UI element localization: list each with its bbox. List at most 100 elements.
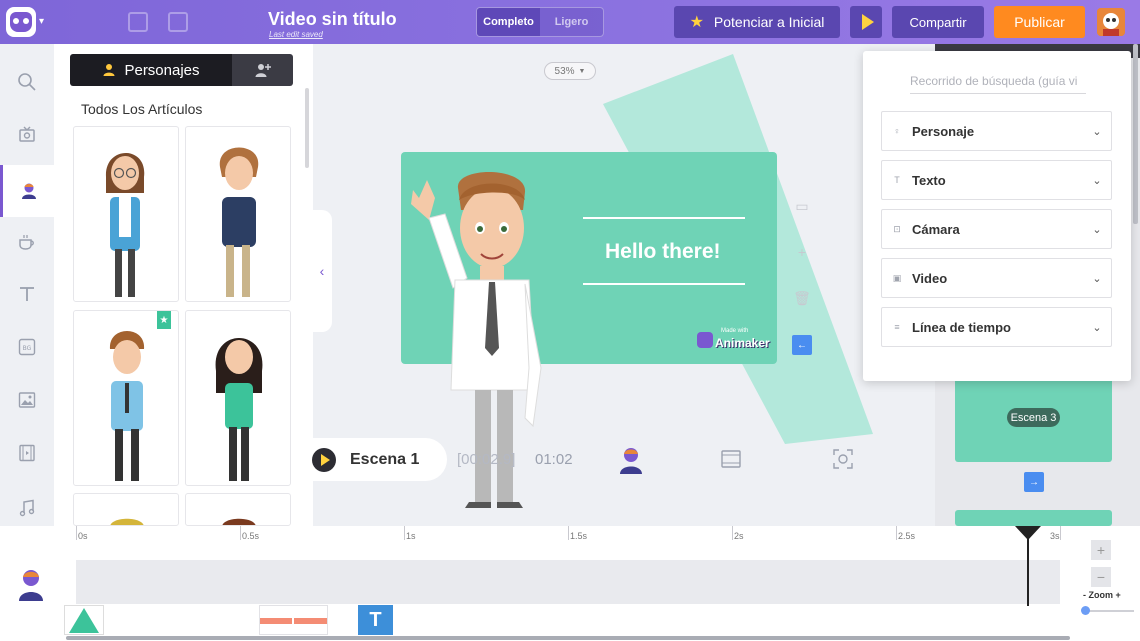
- delete-icon[interactable]: 🗑: [792, 290, 812, 307]
- character-card[interactable]: [73, 493, 179, 526]
- scene-text[interactable]: Hello there!: [605, 240, 721, 264]
- playhead-handle[interactable]: [1015, 526, 1041, 540]
- rail-stickers[interactable]: [0, 216, 54, 268]
- video-icon[interactable]: [720, 448, 742, 470]
- character-card[interactable]: [73, 310, 179, 486]
- add-person-icon: [255, 64, 271, 77]
- scene-name[interactable]: Escena 1: [350, 451, 419, 469]
- scene-list-scrollbar[interactable]: [1133, 44, 1138, 224]
- character-small-icon: ♀: [893, 126, 901, 136]
- timeline-horizontal-scrollbar[interactable]: [66, 636, 1070, 640]
- zoom-out-button[interactable]: −: [1091, 567, 1111, 587]
- search-icon: [18, 73, 36, 91]
- tab-create-character[interactable]: [232, 54, 293, 86]
- arrow-right-icon: →: [1029, 476, 1039, 488]
- rail-images[interactable]: [0, 374, 54, 426]
- camera-focus-icon[interactable]: [832, 448, 854, 470]
- rail-video[interactable]: [0, 427, 54, 479]
- accordion-timeline-label: Línea de tiempo: [912, 319, 1011, 335]
- image-icon: [18, 392, 36, 408]
- tab-characters-label: Personajes: [124, 61, 200, 79]
- video-small-icon: ▣: [892, 272, 902, 283]
- accordion-text-label: Texto: [912, 172, 946, 188]
- timeline-tick: [240, 526, 241, 540]
- accordion-camera[interactable]: ⊡ Cámara ⌄: [881, 209, 1112, 249]
- triangle-shape-icon: [69, 608, 99, 633]
- rail-props[interactable]: [0, 108, 54, 160]
- premium-badge-icon: ★: [157, 311, 171, 329]
- add-scene-button[interactable]: →: [1024, 472, 1044, 492]
- comment-icon[interactable]: ▭: [792, 198, 812, 215]
- zoom-in-button[interactable]: +: [1091, 540, 1111, 560]
- upgrade-button[interactable]: ★ Potenciar a Inicial: [674, 6, 840, 38]
- user-avatar-image: [1097, 8, 1125, 36]
- accordion-camera-label: Cámara: [912, 221, 960, 237]
- accordion-text[interactable]: T Texto ⌄: [881, 160, 1112, 200]
- accordion-video-label: Video: [912, 270, 948, 286]
- publish-button[interactable]: Publicar: [994, 6, 1085, 38]
- library-heading: Todos Los Artículos: [81, 101, 203, 117]
- mode-light-option[interactable]: Ligero: [540, 8, 603, 36]
- last-saved-link[interactable]: Last edit saved: [269, 30, 323, 39]
- timeline-tick: [76, 526, 77, 540]
- video-icon: [19, 444, 35, 462]
- chevron-down-icon: ⌄: [1092, 125, 1102, 138]
- add-icon[interactable]: +: [792, 244, 812, 260]
- scene-thumbnail[interactable]: [955, 510, 1112, 526]
- caret-down-icon: ▼: [578, 67, 586, 75]
- search-guide-input[interactable]: Recorrido de búsqueda (guía vi: [910, 74, 1086, 94]
- accordion-character[interactable]: ♀ Personaje ⌄: [881, 111, 1112, 151]
- character-card[interactable]: [185, 493, 291, 526]
- collapse-library-button[interactable]: ‹: [312, 210, 332, 332]
- animaker-logo-button[interactable]: [6, 7, 36, 37]
- preview-play-button[interactable]: [850, 6, 882, 38]
- scene-expand-button[interactable]: ←: [792, 335, 812, 355]
- text-small-icon: T: [894, 175, 900, 185]
- chevron-left-icon: ‹: [319, 263, 325, 279]
- text-icon: [20, 287, 34, 301]
- timeline-character-icon[interactable]: [17, 567, 45, 601]
- zoom-label: - Zoom +: [1083, 590, 1121, 600]
- character-card[interactable]: [73, 126, 179, 302]
- timeline-tick-label: 0.5s: [242, 531, 260, 541]
- cup-icon: [19, 235, 34, 250]
- user-avatar[interactable]: [1097, 8, 1125, 36]
- timeline-character-track[interactable]: [76, 560, 1060, 604]
- share-button[interactable]: Compartir: [892, 6, 984, 38]
- mode-toggle: Completo Ligero: [476, 7, 604, 37]
- accordion-timeline[interactable]: ≡ Línea de tiempo ⌄: [881, 307, 1112, 347]
- scene-control-bar: Escena 1: [312, 438, 447, 481]
- timeline-background-clip[interactable]: [64, 605, 104, 635]
- undo-icon[interactable]: [128, 12, 148, 32]
- timeline-tick-label: 1s: [406, 531, 416, 541]
- duplicate-icon[interactable]: [168, 12, 188, 32]
- character-card[interactable]: [185, 126, 291, 302]
- camera-small-icon: ⊡: [893, 223, 901, 234]
- zoom-slider-handle[interactable]: [1081, 606, 1090, 615]
- character-card[interactable]: [185, 310, 291, 486]
- timeline-text-clip[interactable]: T: [358, 605, 393, 635]
- timeline-tick-label: 3s: [1050, 531, 1060, 541]
- zoom-slider-track[interactable]: [1084, 610, 1134, 612]
- zoom-level: 53%: [554, 65, 575, 77]
- project-title[interactable]: Video sin título: [268, 9, 397, 30]
- watermark-small-text: Made with: [721, 328, 749, 334]
- chevron-down-icon[interactable]: ▾: [39, 16, 44, 27]
- canvas-zoom-dropdown[interactable]: 53% ▼: [544, 62, 596, 80]
- timeline-tick-label: 0s: [78, 531, 88, 541]
- rail-background[interactable]: BG: [0, 321, 54, 373]
- rail-characters[interactable]: [0, 165, 54, 217]
- rail-search[interactable]: [0, 56, 54, 108]
- timeline-tick: [1060, 526, 1061, 540]
- tab-characters[interactable]: Personajes: [70, 54, 232, 86]
- character-icon[interactable]: [618, 446, 644, 474]
- library-scrollbar[interactable]: [305, 88, 309, 168]
- rail-text[interactable]: [0, 268, 54, 320]
- mode-complete-option[interactable]: Completo: [477, 8, 540, 36]
- timeline-tick: [896, 526, 897, 540]
- scene-play-button[interactable]: [312, 447, 336, 472]
- animaker-watermark: Made with Animaker: [697, 328, 770, 350]
- accordion-video[interactable]: ▣ Video ⌄: [881, 258, 1112, 298]
- star-icon: ★: [689, 14, 704, 31]
- timeline-tick: [732, 526, 733, 540]
